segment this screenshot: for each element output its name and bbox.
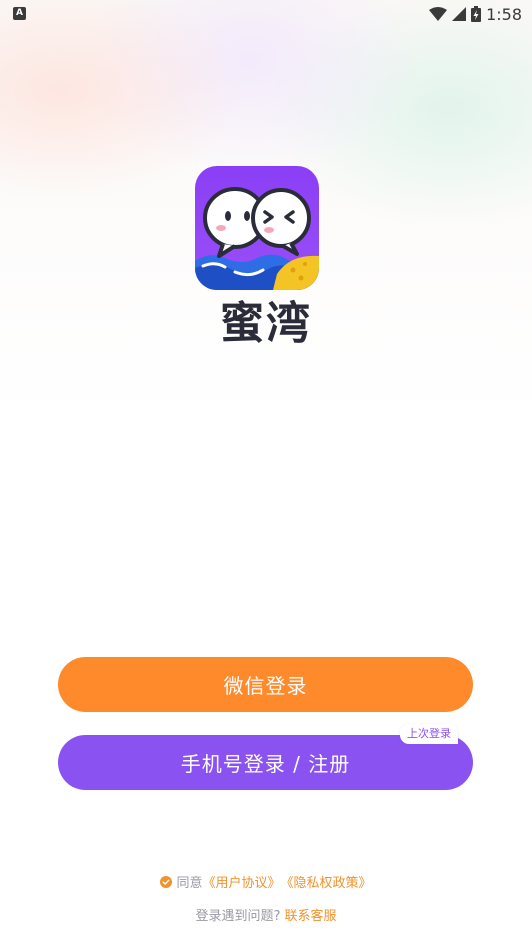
check-circle-icon[interactable] [160,875,173,888]
app-name: 蜜湾 [220,298,312,349]
clock: 1:58 [486,4,522,24]
battery-charging-icon [471,6,482,22]
wechat-login-button[interactable]: 微信登录 [58,657,473,712]
chat-bubbles-logo-icon [195,166,319,290]
help-question: 登录遇到问题? [195,909,281,924]
signal-icon [452,7,467,21]
agreement-row: 同意 《用户协议》 《隐私权政策》 [0,872,532,891]
help-row: 登录遇到问题? 联系客服 [0,905,532,924]
notification-icon: A [13,7,26,20]
contact-support-link[interactable]: 联系客服 [285,909,337,924]
status-icons: 1:58 [429,4,522,24]
status-bar: A 1:58 [0,0,532,28]
privacy-policy-link[interactable]: 《隐私权政策》 [281,872,372,891]
app-logo [195,166,319,290]
last-login-badge: 上次登录 [400,724,458,744]
user-agreement-link[interactable]: 《用户协议》 [202,872,280,891]
wifi-icon [429,7,448,21]
agree-prefix: 同意 [176,876,203,891]
